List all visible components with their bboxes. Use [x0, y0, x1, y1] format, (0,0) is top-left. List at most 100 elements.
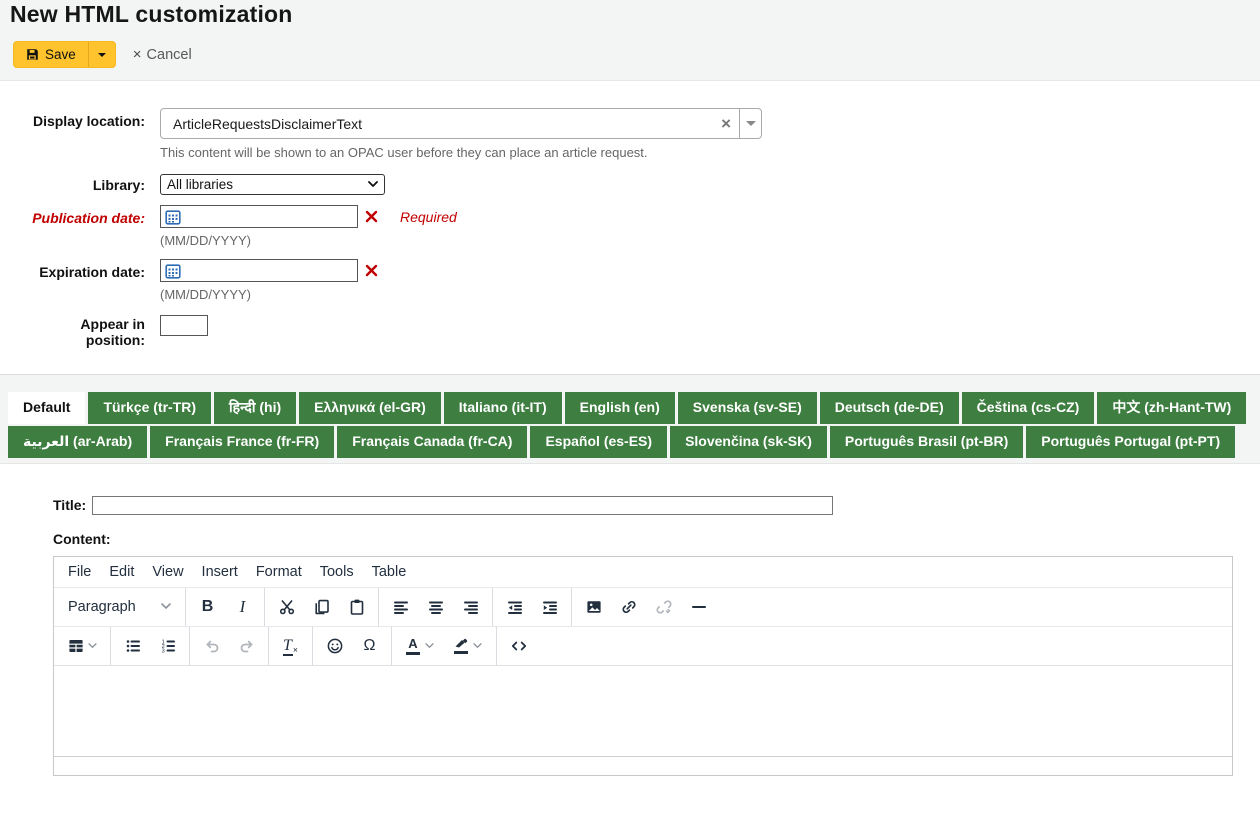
appear-position-input[interactable]	[160, 315, 208, 336]
save-button-label: Save	[45, 47, 76, 62]
display-location-row: Display location: ArticleRequestsDisclai…	[0, 108, 1260, 160]
language-tabs: DefaultTürkçe (tr-TR)हिन्दी (hi)Ελληνικά…	[8, 392, 1252, 460]
chevron-down-icon	[161, 603, 171, 610]
close-icon: ×	[133, 47, 142, 62]
language-tab[interactable]: العربية (ar-Arab)	[8, 426, 147, 458]
paragraph-style-dropdown[interactable]: Paragraph	[60, 590, 179, 623]
unlink-icon	[655, 598, 673, 616]
italic-icon: I	[240, 597, 246, 617]
unlink-button[interactable]	[647, 590, 680, 623]
page-title: New HTML customization	[10, 0, 1250, 41]
tab-panel-default: Title: Content: FileEditViewInsertFormat…	[0, 464, 1260, 776]
calendar-icon[interactable]	[165, 263, 181, 279]
language-tab[interactable]: Türkçe (tr-TR)	[88, 392, 211, 424]
title-input[interactable]	[92, 496, 833, 515]
redo-button[interactable]	[230, 629, 263, 662]
text-color-dropdown[interactable]: A	[397, 629, 443, 662]
align-left-icon	[392, 598, 410, 616]
clear-formatting-icon: T×	[283, 637, 298, 655]
save-dropdown-toggle[interactable]	[88, 42, 115, 67]
paragraph-style-label: Paragraph	[68, 599, 136, 615]
publication-date-row: Publication date: Required (MM/DD/YYYY)	[0, 205, 1260, 248]
chevron-down-icon	[88, 643, 97, 649]
library-row: Library: All libraries	[0, 174, 1260, 195]
text-color-icon: A	[406, 637, 420, 655]
language-tab[interactable]: Português Brasil (pt-BR)	[830, 426, 1023, 458]
publication-date-input[interactable]	[160, 205, 358, 228]
language-tab[interactable]: Čeština (cs-CZ)	[962, 392, 1095, 424]
language-tab[interactable]: Slovenčina (sk-SK)	[670, 426, 827, 458]
cut-icon	[278, 598, 296, 616]
language-tab[interactable]: Italiano (it-IT)	[444, 392, 562, 424]
expiration-date-input[interactable]	[160, 259, 358, 282]
language-tab[interactable]: 中文 (zh-Hant-TW)	[1097, 392, 1246, 424]
editor-statusbar	[54, 756, 1232, 775]
chevron-down-icon	[473, 643, 482, 649]
increase-indent-button[interactable]	[533, 590, 566, 623]
library-select[interactable]: All libraries	[160, 174, 385, 195]
align-right-button[interactable]	[454, 590, 487, 623]
title-label: Title:	[53, 497, 86, 513]
horizontal-rule-button[interactable]	[682, 590, 715, 623]
editor-menu-item[interactable]: Edit	[100, 560, 143, 584]
horizontal-rule-icon	[690, 598, 708, 616]
copy-button[interactable]	[305, 590, 338, 623]
image-icon	[585, 598, 603, 616]
action-toolbar: Save × Cancel	[13, 41, 1250, 68]
save-split-button: Save	[13, 41, 116, 68]
clear-date-icon[interactable]	[365, 264, 378, 277]
language-tab[interactable]: Français Canada (fr-CA)	[337, 426, 527, 458]
source-code-button[interactable]	[502, 629, 535, 662]
editor-menu-item[interactable]: Insert	[193, 560, 247, 584]
save-button[interactable]: Save	[14, 42, 88, 67]
customization-form: Display location: ArticleRequestsDisclai…	[0, 81, 1260, 374]
language-tab[interactable]: Default	[8, 392, 85, 424]
select-arrow-box[interactable]	[739, 109, 761, 138]
emoticons-button[interactable]	[318, 629, 351, 662]
language-tab[interactable]: Ελληνικά (el-GR)	[299, 392, 441, 424]
bullet-list-button[interactable]	[116, 629, 149, 662]
emoji-icon	[326, 637, 344, 655]
language-tab[interactable]: हिन्दी (hi)	[214, 392, 296, 424]
editor-menu-item[interactable]: Format	[247, 560, 311, 584]
title-row: Title:	[53, 496, 1233, 515]
editor-content-area[interactable]	[54, 666, 1232, 756]
table-dropdown-button[interactable]	[59, 629, 105, 662]
decrease-indent-icon	[506, 598, 524, 616]
clear-selection-icon[interactable]: ×	[713, 115, 739, 132]
editor-toolbar-row2: 123 T× Ω A	[54, 627, 1232, 666]
bold-button[interactable]: B	[191, 590, 224, 623]
insert-link-button[interactable]	[612, 590, 645, 623]
insert-image-button[interactable]	[577, 590, 610, 623]
language-tab[interactable]: Français France (fr-FR)	[150, 426, 334, 458]
display-location-value: ArticleRequestsDisclaimerText	[161, 116, 713, 132]
italic-button[interactable]: I	[226, 590, 259, 623]
language-tab[interactable]: Svenska (sv-SE)	[678, 392, 817, 424]
undo-button[interactable]	[195, 629, 228, 662]
highlight-color-dropdown[interactable]	[445, 629, 491, 662]
numbered-list-icon: 123	[159, 637, 177, 655]
language-tab[interactable]: Português Portugal (pt-PT)	[1026, 426, 1235, 458]
paste-button[interactable]	[340, 590, 373, 623]
editor-menu-item[interactable]: View	[143, 560, 192, 584]
clear-date-icon[interactable]	[365, 210, 378, 223]
editor-menu-item[interactable]: Tools	[311, 560, 363, 584]
cancel-button[interactable]: × Cancel	[133, 47, 192, 63]
caret-down-icon	[98, 53, 106, 57]
display-location-select[interactable]: ArticleRequestsDisclaimerText ×	[160, 108, 762, 139]
calendar-icon[interactable]	[165, 209, 181, 225]
editor-menu-item[interactable]: Table	[363, 560, 416, 584]
clear-formatting-button[interactable]: T×	[274, 629, 307, 662]
cut-button[interactable]	[270, 590, 303, 623]
language-tab[interactable]: Deutsch (de-DE)	[820, 392, 959, 424]
language-tab[interactable]: English (en)	[565, 392, 675, 424]
numbered-list-button[interactable]: 123	[151, 629, 184, 662]
align-center-button[interactable]	[419, 590, 452, 623]
special-character-button[interactable]: Ω	[353, 629, 386, 662]
editor-menu-item[interactable]: File	[59, 560, 100, 584]
align-left-button[interactable]	[384, 590, 417, 623]
caret-down-icon	[746, 121, 756, 126]
paste-icon	[348, 598, 366, 616]
language-tab[interactable]: Español (es-ES)	[530, 426, 667, 458]
decrease-indent-button[interactable]	[498, 590, 531, 623]
